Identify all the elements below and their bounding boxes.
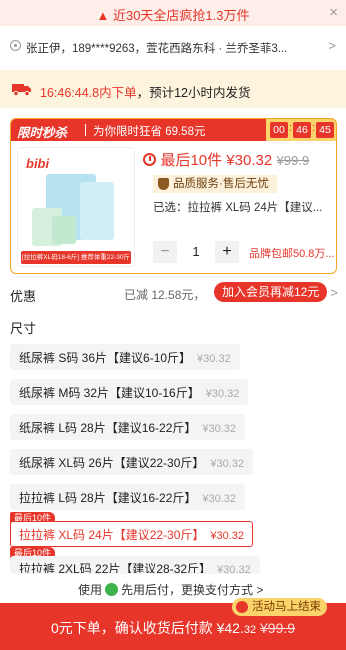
activity-ending-badge: 活动马上结束: [232, 598, 327, 616]
price-value: 30.32: [234, 152, 273, 169]
plus-button[interactable]: +: [215, 241, 239, 263]
chevron-right-icon: >: [328, 38, 336, 53]
truck-icon: [12, 84, 31, 96]
size-option[interactable]: 纸尿裤 M码 32片【建议10-16斤】 ¥30.32: [10, 379, 249, 405]
fire-icon: ▲: [96, 8, 110, 23]
shipping-countdown: 16:46:44.8内下单: [40, 86, 137, 100]
size-option[interactable]: 纸尿裤 XL码 26片【建议22-30斤】 ¥30.32: [10, 449, 254, 475]
price-prefix: 最后10件 ¥: [160, 152, 235, 169]
location-icon: [10, 40, 21, 51]
discount-amount: 已减 12.58元，: [124, 288, 206, 302]
price-row: 最后10件 ¥30.32 ¥99.9: [143, 149, 309, 170]
brand-logo: bibi: [26, 156, 50, 171]
close-icon[interactable]: ×: [329, 4, 338, 21]
shipping-banner: 16:46:44.8内下单，预计12小时内发货: [0, 70, 346, 108]
size-option-selected[interactable]: 拉拉裤 XL码 24片【建议22-30斤】 ¥30.32: [10, 521, 254, 547]
address-row[interactable]: 张正伊，189****9263，萱花西路东科 · 兰乔圣菲3... >: [0, 26, 346, 66]
flash-saved-text: 为你限时狂省 69.58元: [93, 126, 206, 138]
chevron-right-icon: >: [256, 583, 264, 597]
size-option[interactable]: 拉拉裤 2XL码 22片【建议28-32斤】 ¥30.32: [10, 556, 260, 574]
size-option[interactable]: 纸尿裤 L码 28片【建议16-22斤】 ¥30.32: [10, 414, 246, 440]
minus-button[interactable]: −: [153, 241, 177, 263]
checkout-cents: 32: [243, 624, 257, 636]
subsidy-text: 品牌包邮50.8万...: [249, 248, 335, 260]
size-option[interactable]: 纸尿裤 S码 36片【建议6-10斤】 ¥30.32: [10, 344, 240, 370]
alarm-icon: [236, 601, 248, 613]
checkout-label: 0元下单，确认收货后付款 ¥42.: [50, 620, 244, 636]
top-banner-text: 近30天全店疯抢1.3万件: [112, 8, 250, 23]
discount-label: 优惠: [10, 289, 37, 304]
flash-sale-card: 限时秒杀 为你限时狂省 69.58元 00 : 46 : 45 bibi [拉拉…: [10, 118, 337, 274]
size-label: 尺寸: [10, 321, 37, 336]
member-discount-button[interactable]: 加入会员再减12元: [214, 282, 328, 302]
quantity-value[interactable]: 1: [177, 241, 215, 263]
timer-minutes: 46: [293, 122, 311, 138]
checkout-original-price: ¥99.9: [260, 620, 296, 636]
size-option[interactable]: 拉拉裤 L码 28片【建议16-22斤】 ¥30.32: [10, 484, 246, 510]
chevron-right-icon: >: [330, 285, 338, 300]
discount-row[interactable]: 优惠 已减 12.58元， 加入会员再减12元 >: [0, 280, 346, 308]
clock-icon: [143, 153, 156, 166]
payment-method-row[interactable]: 使用 先用后付，更换支付方式 >: [0, 574, 346, 600]
original-price: ¥99.9: [276, 153, 310, 168]
countdown-timer: 00 : 46 : 45: [266, 119, 336, 141]
selected-variant: 已选：拉拉裤 XL码 24片【建议...: [153, 202, 323, 214]
timer-hours: 00: [270, 122, 288, 138]
product-image-band: [拉拉裤XL码18-6斤] 推荐体重22-30斤: [21, 251, 131, 264]
shield-icon: [158, 178, 169, 190]
top-banner: ▲ 近30天全店疯抢1.3万件 ×: [0, 0, 346, 26]
shipping-estimate: ，预计12小时内发货: [136, 86, 251, 100]
address-text: 张正伊，189****9263，萱花西路东科 · 兰乔圣菲3...: [26, 43, 288, 55]
timer-seconds: 45: [316, 122, 334, 138]
service-badge: 品质服务·售后无忧: [153, 175, 277, 193]
pay-later-icon: [105, 583, 119, 596]
product-image[interactable]: bibi [拉拉裤XL码18-6斤] 推荐体重22-30斤: [17, 147, 135, 267]
flash-sale-label: 限时秒杀: [17, 126, 68, 140]
